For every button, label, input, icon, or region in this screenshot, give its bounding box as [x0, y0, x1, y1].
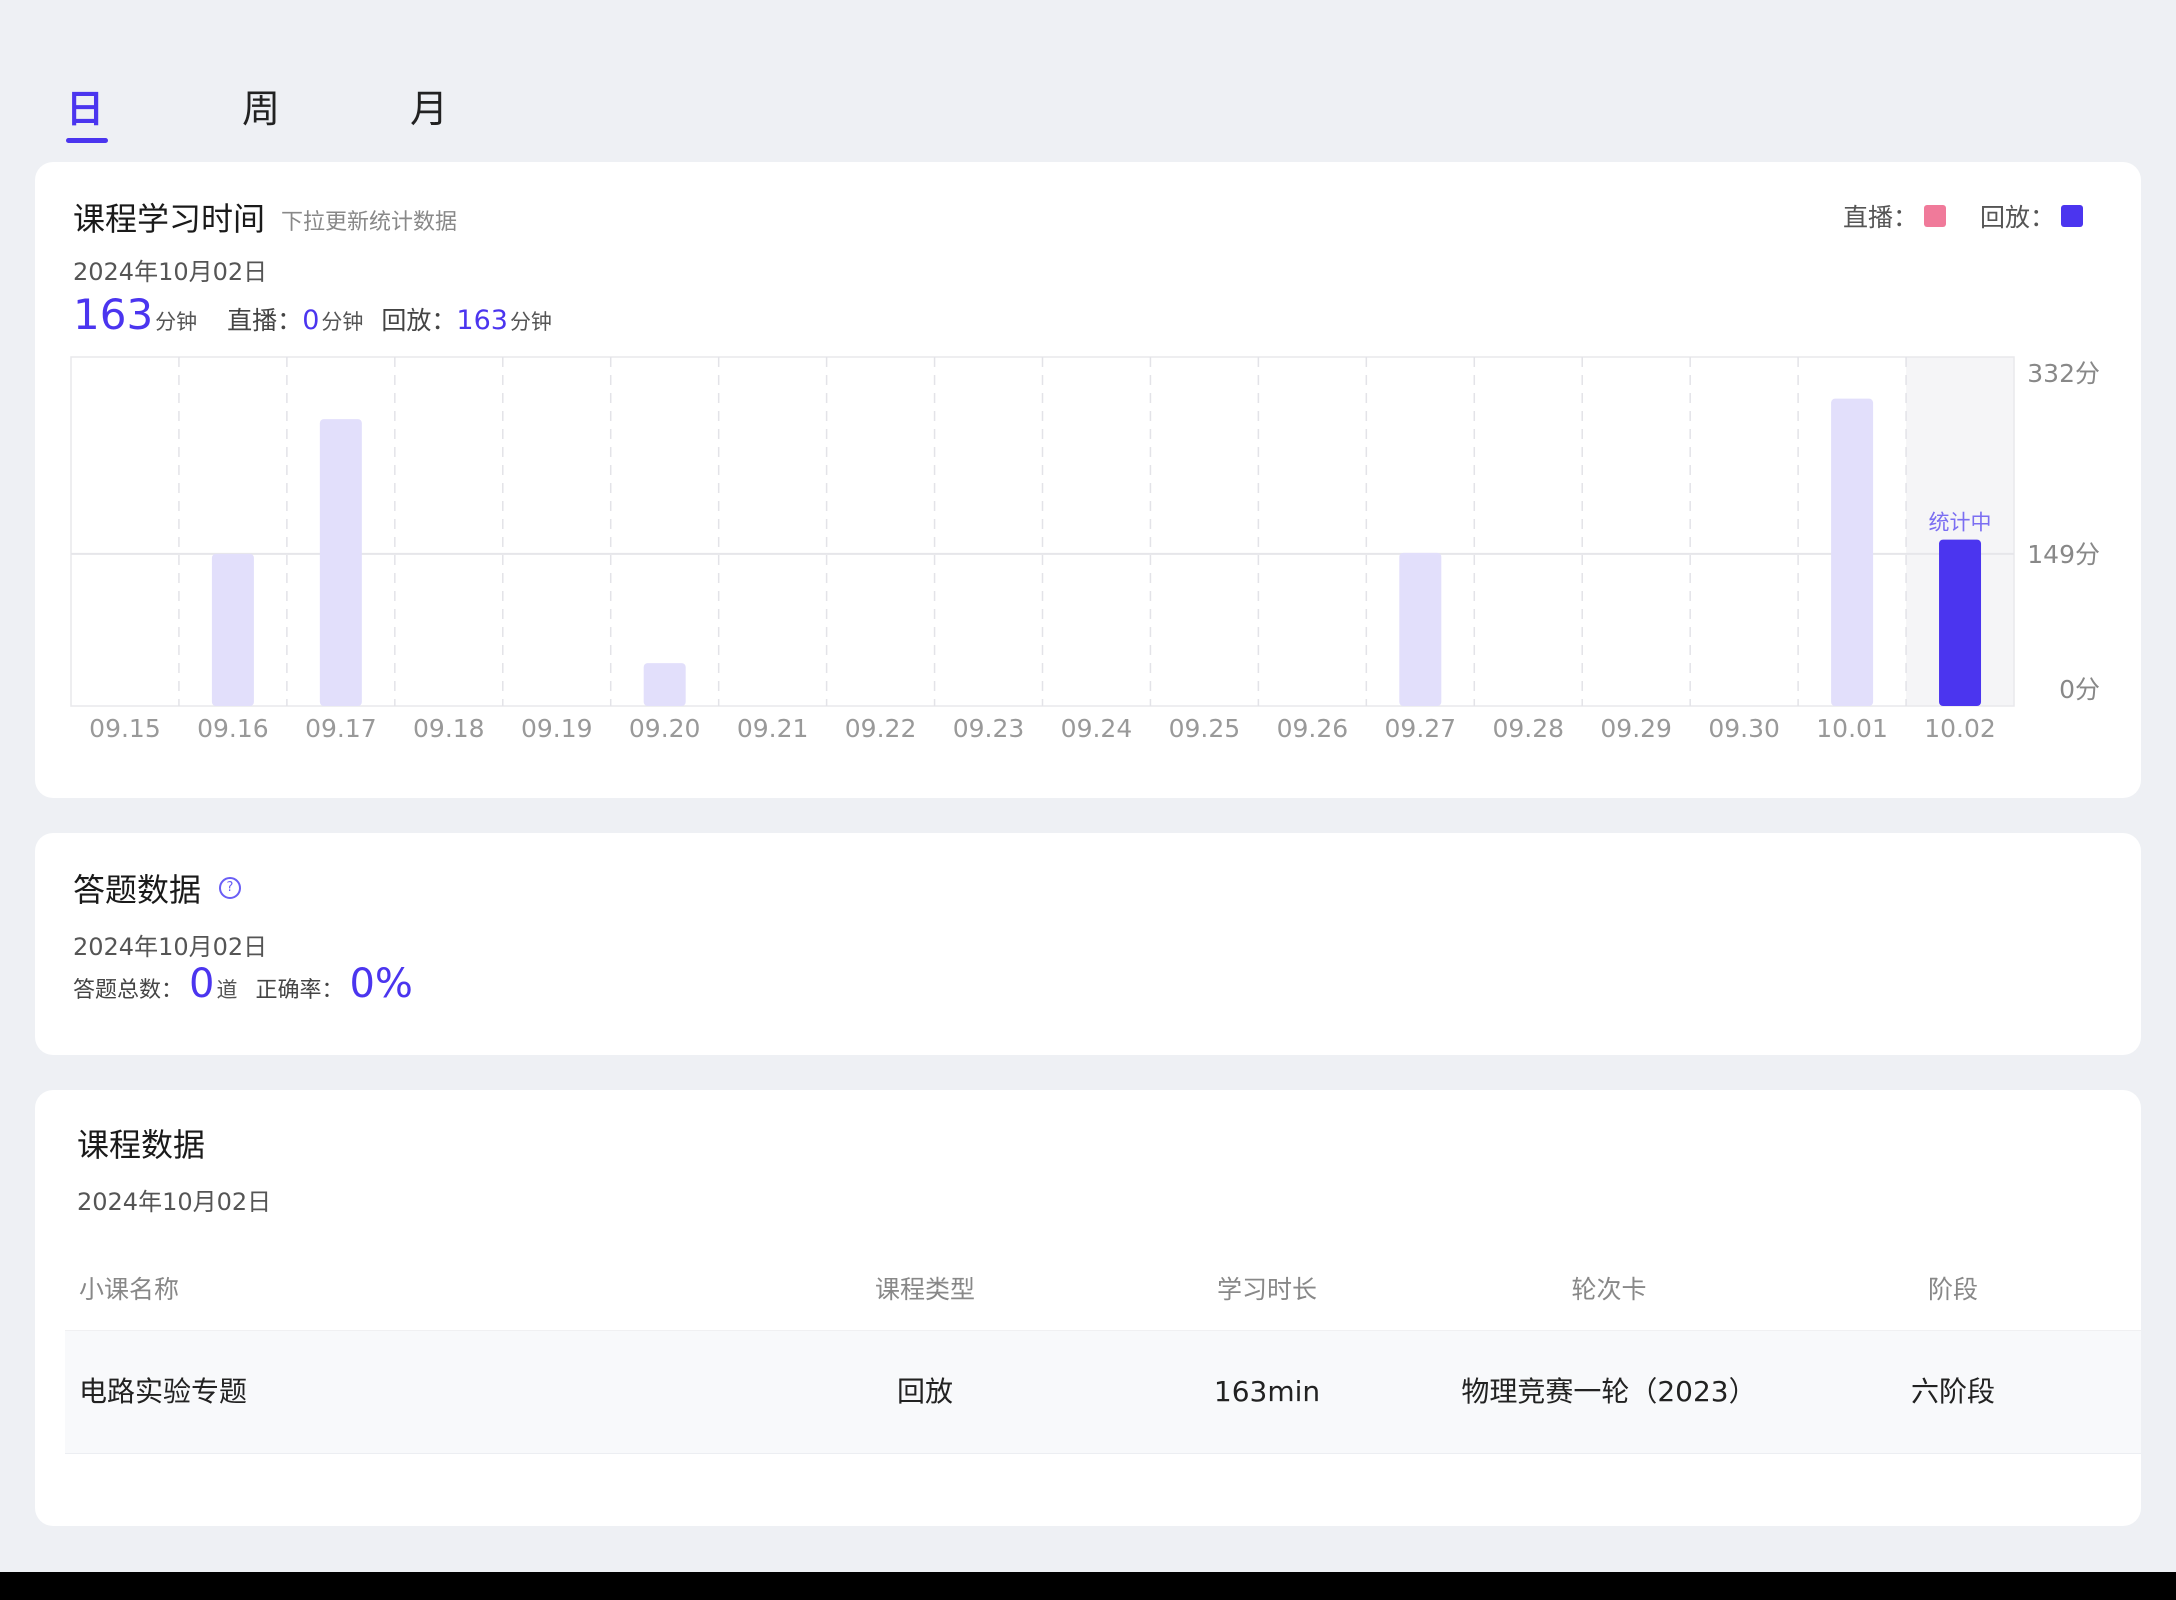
x-tick-label: 09.17: [305, 714, 377, 743]
x-tick-label: 09.27: [1385, 714, 1457, 743]
answer-title: 答题数据: [73, 871, 202, 909]
bar-10.02: [1939, 539, 1982, 706]
x-tick-label: 10.02: [1924, 714, 1996, 743]
x-tick-label: 09.24: [1061, 714, 1133, 743]
x-tick-label: 09.15: [89, 714, 161, 743]
tab-week-label: 周: [242, 87, 281, 131]
answer-date: 2024年10月02日: [73, 933, 268, 961]
counting-label: 统计中: [1929, 511, 1992, 535]
bar-09.17: [319, 419, 362, 706]
x-tick-label: 09.18: [413, 714, 485, 743]
col-name-header: 小课名称: [79, 1275, 180, 1304]
answer-total-unit: 道: [216, 978, 238, 1002]
answer-total-value: 0: [189, 961, 215, 1007]
x-tick-label: 09.20: [629, 714, 701, 743]
bottom-bar: [0, 1572, 2176, 1600]
x-tick-label: 09.16: [197, 714, 269, 743]
y-tick-label: 332分: [2027, 359, 2100, 388]
course-table: 小课名称 课程类型 学习时长 轮次卡 阶段 电路实验专题 回放 163min 物…: [65, 1250, 2141, 1454]
tab-week[interactable]: 周: [242, 78, 280, 133]
x-tick-label: 09.21: [737, 714, 809, 743]
study-time-card: 课程学习时间 下拉更新统计数据 直播： 回放： 2024年10月02日 163 …: [35, 162, 2141, 798]
x-tick-label: 10.01: [1816, 714, 1888, 743]
answer-summary: 答题总数： 0 道 正确率： 0%: [73, 961, 413, 1007]
row-course-name: 电路实验专题: [79, 1375, 248, 1408]
study-time-chart: 统计中 09.15 09.16 09.17 09.18 09.19 09.20 09.21 09…: [70, 356, 2100, 743]
x-tick-label: 09.25: [1169, 714, 1241, 743]
bar-09.20: [643, 663, 686, 706]
answer-data-card: 答题数据 ? 2024年10月02日 答题总数： 0 道 正确率： 0%: [35, 833, 2141, 1055]
x-tick-label: 09.26: [1277, 714, 1349, 743]
bar-10.01: [1831, 398, 1874, 706]
course-date: 2024年10月02日: [77, 1188, 272, 1216]
y-tick-label: 0分: [2059, 675, 2100, 704]
course-data-card: 课程数据 2024年10月02日 小课名称 课程类型 学习时长 轮次卡 阶段 电…: [35, 1090, 2141, 1526]
bar-09.27: [1399, 552, 1442, 706]
x-tick-label: 09.22: [845, 714, 917, 743]
tab-month-label: 月: [410, 87, 449, 131]
accuracy-value: 0%: [349, 961, 413, 1007]
bar-09.16: [211, 553, 254, 706]
answer-total-label: 答题总数：: [73, 978, 184, 1003]
x-tick-label: 09.19: [521, 714, 593, 743]
question-circle-icon[interactable]: ?: [219, 877, 241, 899]
x-tick-label: 09.23: [953, 714, 1025, 743]
tab-month[interactable]: 月: [410, 78, 448, 133]
tab-active-underline: [66, 138, 108, 143]
y-tick-label: 149分: [2027, 540, 2100, 569]
x-tick-label: 09.30: [1708, 714, 1780, 743]
accuracy-label: 正确率：: [255, 978, 344, 1003]
x-tick-label: 09.28: [1492, 714, 1564, 743]
table-row[interactable]: 电路实验专题 回放 163min 物理竞赛一轮（2023） 六阶段: [65, 1331, 2141, 1454]
table-header: 小课名称 课程类型 学习时长 轮次卡 阶段: [65, 1250, 2141, 1331]
tab-day-label: 日: [66, 87, 105, 131]
course-title: 课程数据: [77, 1126, 206, 1164]
x-tick-label: 09.29: [1600, 714, 1672, 743]
tab-day[interactable]: 日: [66, 78, 108, 143]
